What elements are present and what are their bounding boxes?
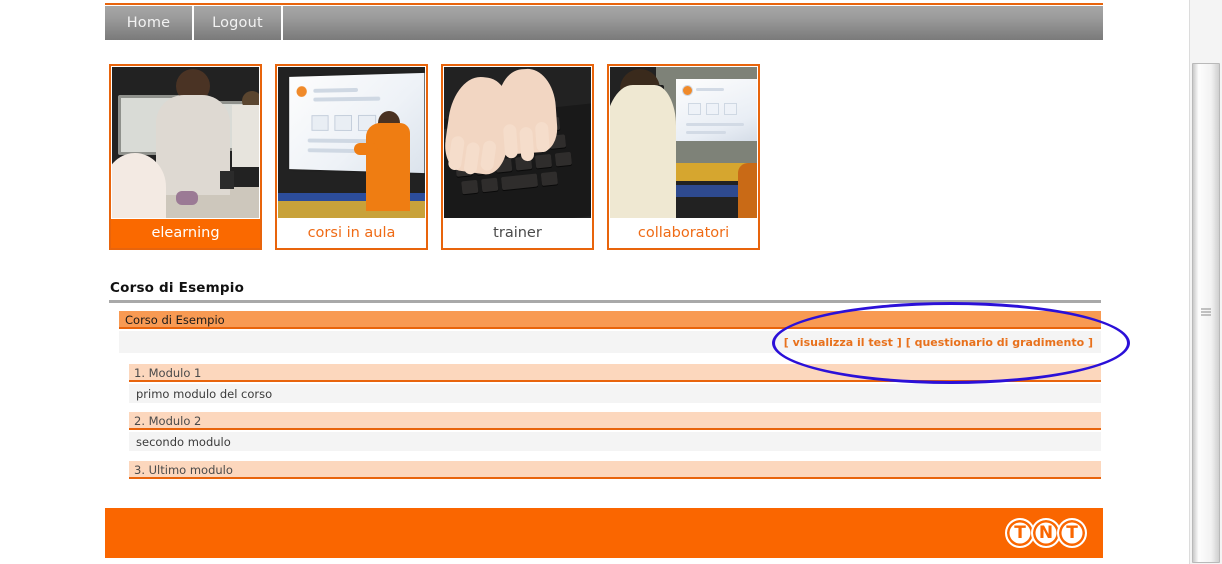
module-title-row[interactable]: 2. Modulo 2 [129, 412, 1101, 430]
course-header-row: Corso di Esempio [119, 311, 1101, 329]
course-action-links: [ visualizza il test ] [ questionario di… [119, 331, 1101, 353]
nav-item-label: Logout [212, 15, 263, 31]
nav-item-logout[interactable]: Logout [194, 6, 283, 40]
tnt-logo: T N T [1005, 518, 1087, 548]
course-header-label: Corso di Esempio [125, 313, 225, 327]
thumb-trainer[interactable]: trainer [441, 64, 594, 250]
module-description: secondo modulo [136, 435, 231, 449]
module-description-row: primo modulo del corso [129, 384, 1101, 403]
scrollbar-thumb[interactable] [1192, 63, 1220, 563]
module-description-row: secondo modulo [129, 432, 1101, 451]
thumb-image-classroom-projector [278, 67, 425, 218]
section-thumbnail-strip: elearning corsi in aula trainer collabor… [109, 64, 760, 250]
thumb-image-computer-lab [112, 67, 259, 218]
module-description: primo modulo del corso [136, 387, 273, 401]
thumb-corsi-in-aula[interactable]: corsi in aula [275, 64, 428, 250]
module-title: 1. Modulo 1 [134, 366, 202, 380]
tnt-letter-t2: T [1057, 518, 1087, 548]
thumb-caption: elearning [111, 219, 260, 248]
page-title: Corso di Esempio [110, 280, 245, 296]
scrollbar-grip-icon [1201, 308, 1211, 318]
module-title: 2. Modulo 2 [134, 414, 202, 428]
thumb-elearning[interactable]: elearning [109, 64, 262, 250]
link-visualizza-il-test[interactable]: [ visualizza il test ] [784, 336, 902, 349]
nav-item-home[interactable]: Home [105, 6, 194, 40]
page-canvas: Home Logout elearning corsi in aula trai… [0, 0, 1190, 564]
thumb-caption: trainer [493, 225, 542, 241]
nav-item-label: Home [126, 15, 171, 31]
thumb-collaboratori[interactable]: collaboratori [607, 64, 760, 250]
top-accent-rule [105, 3, 1103, 5]
thumb-caption: collaboratori [637, 225, 730, 241]
thumb-image-student-screen [610, 67, 757, 218]
page-footer: T N T [105, 508, 1103, 558]
main-navbar: Home Logout [105, 6, 1103, 40]
title-divider [109, 300, 1101, 303]
thumb-image-hands-keyboard [444, 67, 591, 218]
module-title-row[interactable]: 3. Ultimo modulo [129, 461, 1101, 479]
vertical-scrollbar[interactable] [1189, 0, 1222, 564]
thumb-caption: corsi in aula [307, 225, 396, 241]
module-title-row[interactable]: 1. Modulo 1 [129, 364, 1101, 382]
link-questionario-di-gradimento[interactable]: [ questionario di gradimento ] [906, 336, 1093, 349]
module-title: 3. Ultimo modulo [134, 463, 233, 477]
